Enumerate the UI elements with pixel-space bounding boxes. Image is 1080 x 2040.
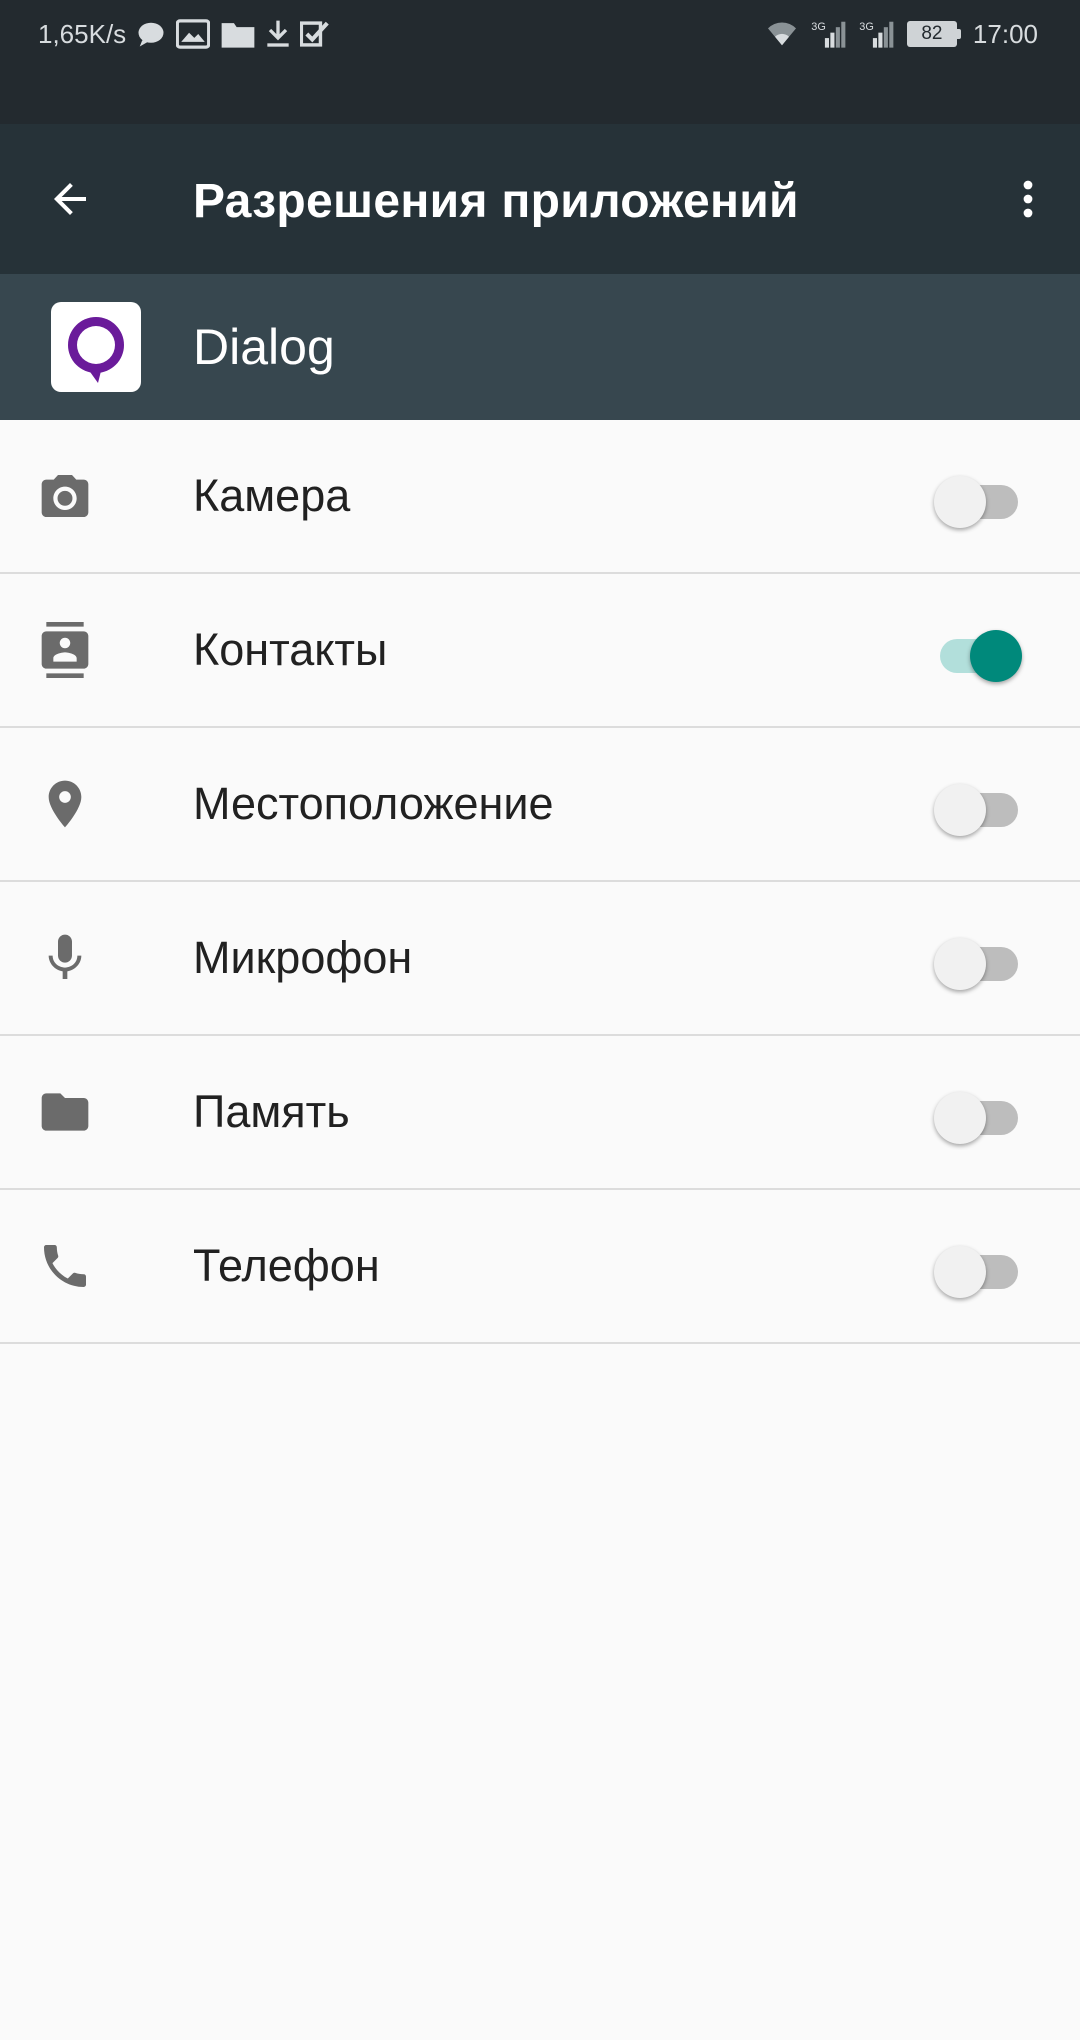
battery-level: 82 <box>906 21 957 47</box>
battery-icon: 82 <box>906 21 961 47</box>
folder-icon <box>34 1081 96 1143</box>
location-icon <box>34 773 96 835</box>
storage-toggle[interactable] <box>934 1084 1022 1144</box>
location-toggle[interactable] <box>934 776 1022 836</box>
image-icon <box>176 19 211 49</box>
camera-toggle[interactable] <box>934 468 1022 528</box>
clock: 17:00 <box>972 18 1038 49</box>
folder-icon <box>220 19 256 49</box>
permission-label: Местоположение <box>193 778 554 829</box>
microphone-toggle[interactable] <box>934 930 1022 990</box>
contacts-icon <box>34 619 96 681</box>
contacts-toggle[interactable] <box>934 622 1022 682</box>
status-bar: 1,65K/s 3G 3G 82 17:00 <box>0 0 1080 124</box>
chat-bubble-icon <box>136 19 166 49</box>
permission-label: Микрофон <box>193 932 413 983</box>
wifi-icon <box>765 20 799 48</box>
app-header: Dialog <box>0 274 1080 420</box>
permission-row-phone[interactable]: Телефон <box>0 1190 1080 1344</box>
more-vert-icon <box>1023 180 1033 218</box>
phone-icon <box>34 1235 96 1297</box>
camera-icon <box>34 465 96 527</box>
permission-label: Контакты <box>193 624 388 675</box>
permission-row-microphone[interactable]: Микрофон <box>0 882 1080 1036</box>
net-speed: 1,65K/s <box>38 18 127 49</box>
status-left: 1,65K/s <box>38 16 330 52</box>
permission-row-location[interactable]: Местоположение <box>0 728 1080 882</box>
signal-3g-icon: 3G <box>811 19 847 49</box>
app-logo-icon <box>51 302 141 392</box>
toolbar: Разрешения приложений <box>0 124 1080 274</box>
app-name: Dialog <box>193 319 335 375</box>
signal-3g-icon: 3G <box>859 19 895 49</box>
check-icon <box>300 19 330 49</box>
permission-label: Камера <box>193 470 351 521</box>
permissions-list: Камера Контакты Местоположение Микрофон <box>0 420 1080 1344</box>
phone-toggle[interactable] <box>934 1238 1022 1298</box>
permission-label: Память <box>193 1086 350 1137</box>
download-icon <box>266 19 290 49</box>
svg-text:3G: 3G <box>859 21 874 33</box>
microphone-icon <box>34 927 96 989</box>
permission-label: Телефон <box>193 1240 380 1291</box>
more-options-button[interactable] <box>994 165 1062 233</box>
back-button[interactable] <box>36 165 104 233</box>
page-title: Разрешения приложений <box>193 175 799 228</box>
arrow-back-icon <box>54 183 86 215</box>
svg-text:3G: 3G <box>811 21 826 33</box>
permission-row-camera[interactable]: Камера <box>0 420 1080 574</box>
status-right: 3G 3G 82 17:00 <box>765 16 1038 52</box>
permission-row-storage[interactable]: Память <box>0 1036 1080 1190</box>
permission-row-contacts[interactable]: Контакты <box>0 574 1080 728</box>
